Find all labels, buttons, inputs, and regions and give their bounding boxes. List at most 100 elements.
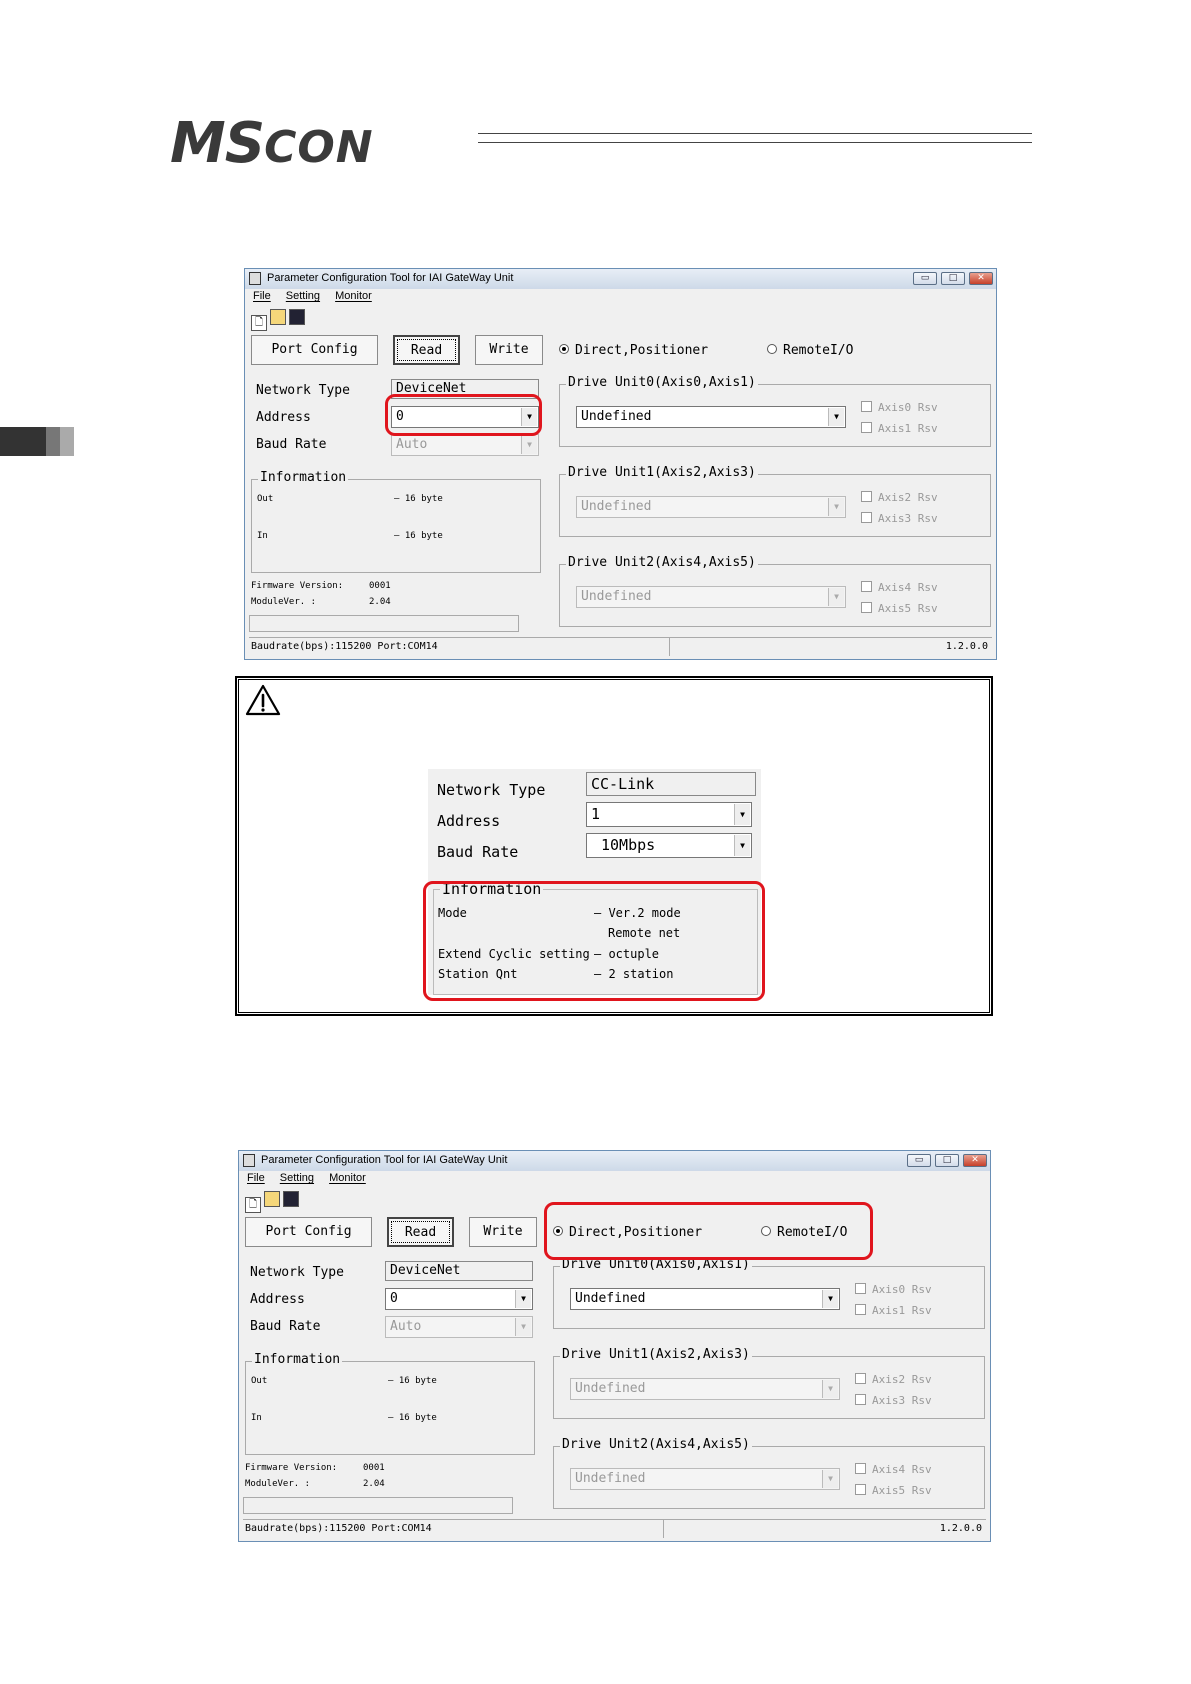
menu-file[interactable]: File	[253, 290, 271, 302]
axis2-rsv-checkbox[interactable]: Axis2 Rsv	[855, 1373, 932, 1386]
direct-positioner-radio[interactable]: Direct,Positioner	[559, 343, 708, 358]
axis1-rsv-checkbox[interactable]: Axis1 Rsv	[861, 422, 938, 435]
drive-unit2-title: Drive Unit2(Axis4,Axis5)	[560, 1437, 752, 1452]
port-config-button[interactable]: Port Config	[245, 1217, 372, 1247]
app-icon	[249, 272, 261, 285]
info-in-value: – 16 byte	[394, 531, 443, 541]
axis4-rsv-checkbox[interactable]: Axis4 Rsv	[855, 1463, 932, 1476]
chevron-down-icon: ▼	[822, 1470, 838, 1488]
axis3-rsv-checkbox[interactable]: Axis3 Rsv	[855, 1394, 932, 1407]
status-bar: Baudrate(bps):115200 Port:COM14 1.2.0.0	[249, 637, 992, 656]
chevron-down-icon: ▼	[515, 1318, 531, 1336]
module-label: ModuleVer. :	[251, 597, 317, 607]
port-config-button[interactable]: Port Config	[251, 335, 378, 365]
axis0-rsv-checkbox[interactable]: Axis0 Rsv	[855, 1283, 932, 1296]
menu-file[interactable]: File	[247, 1172, 265, 1184]
chevron-down-icon[interactable]: ▼	[822, 1290, 838, 1308]
menu-monitor[interactable]: Monitor	[329, 1172, 366, 1184]
chevron-down-icon: ▼	[822, 1380, 838, 1398]
drive-unit1-title: Drive Unit1(Axis2,Axis3)	[560, 1347, 752, 1362]
chevron-down-icon[interactable]: ▼	[734, 804, 750, 825]
read-button[interactable]: Read	[387, 1217, 454, 1247]
axis5-rsv-checkbox[interactable]: Axis5 Rsv	[855, 1484, 932, 1497]
open-folder-icon[interactable]	[270, 309, 286, 325]
chevron-down-icon: ▼	[521, 436, 537, 454]
warning-icon	[245, 684, 281, 716]
progress-bar	[249, 615, 519, 632]
drive-unit1-select[interactable]: Undefined ▼	[570, 1378, 840, 1400]
drive-unit2-select[interactable]: Undefined ▼	[570, 1468, 840, 1490]
header-rule-bottom	[478, 142, 1032, 143]
information-highlight	[423, 881, 765, 1001]
chevron-down-icon[interactable]: ▼	[828, 408, 844, 426]
window-title: Parameter Configuration Tool for IAI Gat…	[267, 272, 514, 284]
title-bar: Parameter Configuration Tool for IAI Gat…	[239, 1151, 990, 1171]
status-version: 1.2.0.0	[939, 1523, 982, 1534]
drive-unit2-group: Drive Unit2(Axis4,Axis5) Undefined ▼ Axis…	[559, 555, 991, 627]
chevron-down-icon: ▼	[828, 498, 844, 516]
status-version: 1.2.0.0	[945, 641, 988, 652]
toolbar: 🗋	[251, 309, 308, 331]
cc-address-select[interactable]: 1 ▼	[586, 802, 752, 827]
info-in-value: – 16 byte	[388, 1413, 437, 1423]
drive-unit1-select[interactable]: Undefined ▼	[576, 496, 846, 518]
title-bar: Parameter Configuration Tool for IAI Gat…	[245, 269, 996, 289]
information-group: Information Out – 16 byte In – 16 byte	[251, 470, 541, 573]
caution-box: Network Type CC-Link Address 1 ▼ Baud Rat…	[235, 676, 993, 1016]
save-icon[interactable]	[289, 309, 305, 325]
new-file-icon[interactable]: 🗋	[251, 315, 267, 331]
drive-unit0-group: Drive Unit0(Axis0,Axis1) Undefined ▼ Axis…	[553, 1257, 985, 1329]
baud-rate-select[interactable]: Auto ▼	[391, 434, 539, 456]
save-icon[interactable]	[283, 1191, 299, 1207]
remote-io-radio[interactable]: RemoteI/O	[767, 343, 853, 358]
minimize-button[interactable]: ▭	[913, 272, 937, 285]
menu-monitor[interactable]: Monitor	[335, 290, 372, 302]
information-title: Information	[252, 1352, 343, 1367]
baud-rate-label: Baud Rate	[250, 1319, 321, 1334]
information-title: Information	[258, 470, 349, 485]
address-select[interactable]: 0 ▼	[385, 1288, 533, 1310]
cc-network-type-field: CC-Link	[586, 772, 756, 796]
information-group: Information Out – 16 byte In – 16 byte	[245, 1352, 535, 1455]
close-button[interactable]: ✕	[963, 1154, 987, 1167]
drive-unit2-select[interactable]: Undefined ▼	[576, 586, 846, 608]
module-value: 2.04	[363, 1479, 385, 1489]
chevron-down-icon[interactable]: ▼	[515, 1290, 531, 1308]
new-file-icon[interactable]: 🗋	[245, 1197, 261, 1213]
progress-bar	[243, 1497, 513, 1514]
info-out-label: Out	[257, 494, 274, 504]
network-type-label: Network Type	[250, 1265, 344, 1280]
open-folder-icon[interactable]	[264, 1191, 280, 1207]
write-button[interactable]: Write	[475, 335, 543, 365]
drive-unit1-group: Drive Unit1(Axis2,Axis3) Undefined ▼ Axis…	[559, 465, 991, 537]
menu-setting[interactable]: Setting	[286, 290, 320, 302]
baud-rate-select[interactable]: Auto ▼	[385, 1316, 533, 1338]
firmware-value: 0001	[369, 581, 391, 591]
axis0-rsv-checkbox[interactable]: Axis0 Rsv	[861, 401, 938, 414]
chevron-down-icon[interactable]: ▼	[734, 835, 750, 856]
status-bar: Baudrate(bps):115200 Port:COM14 1.2.0.0	[243, 1519, 986, 1538]
cc-address-label: Address	[437, 812, 501, 830]
axis4-rsv-checkbox[interactable]: Axis4 Rsv	[861, 581, 938, 594]
radio-unselected-icon	[767, 344, 777, 354]
cc-baud-rate-select[interactable]: 10Mbps ▼	[586, 833, 752, 858]
app-icon	[243, 1154, 255, 1167]
write-button[interactable]: Write	[469, 1217, 537, 1247]
axis1-rsv-checkbox[interactable]: Axis1 Rsv	[855, 1304, 932, 1317]
drive-unit0-select[interactable]: Undefined ▼	[570, 1288, 840, 1310]
menu-setting[interactable]: Setting	[280, 1172, 314, 1184]
maximize-button[interactable]: □	[941, 272, 965, 285]
drive-unit1-title: Drive Unit1(Axis2,Axis3)	[566, 465, 758, 480]
close-button[interactable]: ✕	[969, 272, 993, 285]
info-in-label: In	[251, 1413, 262, 1423]
minimize-button[interactable]: ▭	[907, 1154, 931, 1167]
axis5-rsv-checkbox[interactable]: Axis5 Rsv	[861, 602, 938, 615]
axis3-rsv-checkbox[interactable]: Axis3 Rsv	[861, 512, 938, 525]
maximize-button[interactable]: □	[935, 1154, 959, 1167]
config-tool-window: Parameter Configuration Tool for IAI Gat…	[244, 268, 997, 660]
window-title: Parameter Configuration Tool for IAI Gat…	[261, 1154, 508, 1166]
read-button[interactable]: Read	[393, 335, 460, 365]
drive-unit0-select[interactable]: Undefined ▼	[576, 406, 846, 428]
info-out-value: – 16 byte	[388, 1376, 437, 1386]
axis2-rsv-checkbox[interactable]: Axis2 Rsv	[861, 491, 938, 504]
